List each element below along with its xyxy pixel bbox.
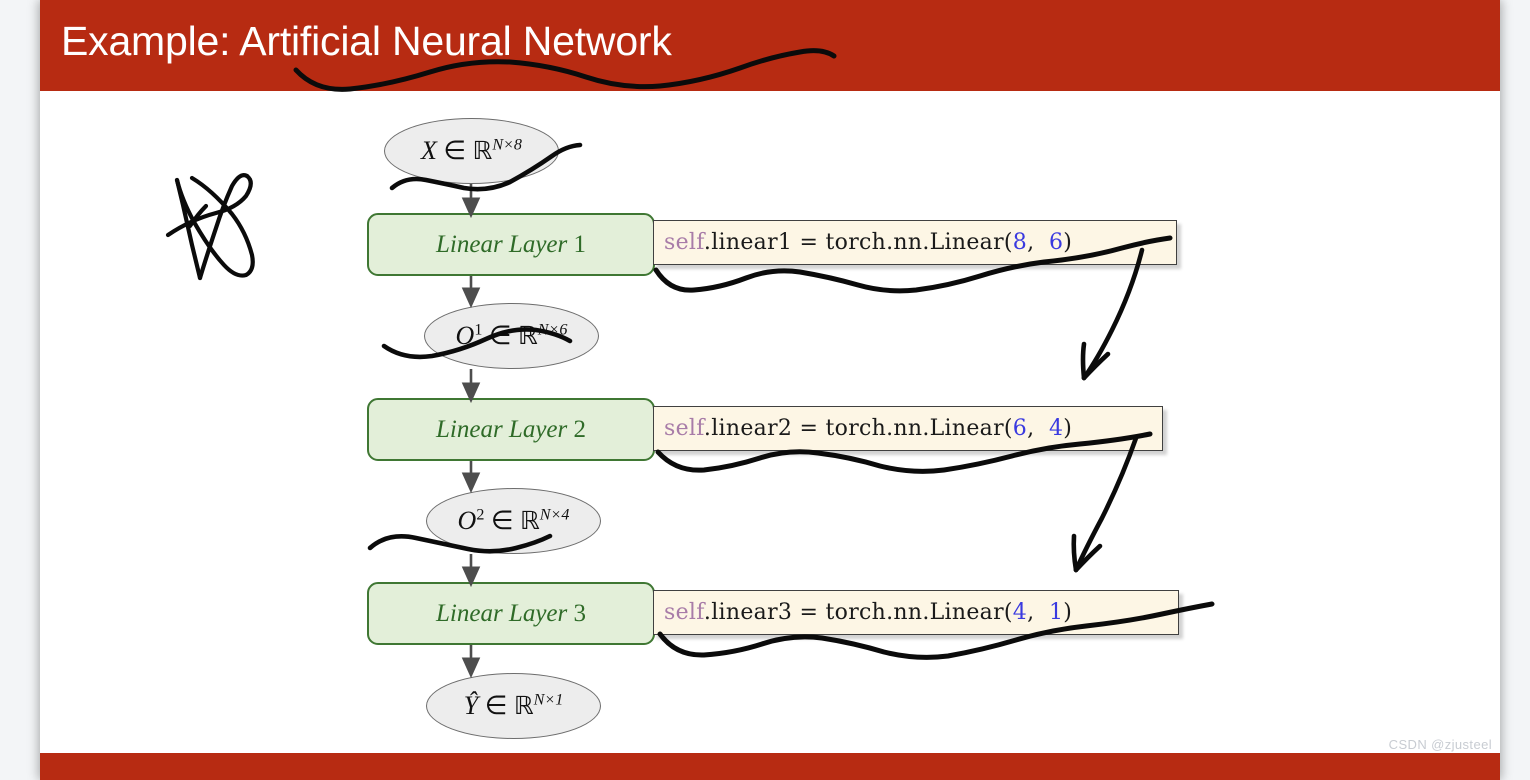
membership-symbol: ∈	[443, 136, 467, 165]
flow-arrows	[461, 184, 481, 679]
real-space-symbol: ℝ	[520, 506, 540, 535]
code-linear3-separator: ,	[1027, 599, 1049, 625]
hidden-tensor-1: O1 ∈ ℝN×6	[424, 303, 599, 369]
code-linear1-keyword: self	[664, 229, 704, 255]
real-space-symbol: ℝ	[518, 321, 538, 350]
linear-layer-1: Linear Layer 1	[367, 213, 655, 276]
linear-layer-3: Linear Layer 3	[367, 582, 655, 645]
hidden-tensor-2-label: O2 ∈ ℝN×4	[457, 506, 570, 535]
linear-layer-3-label: Linear Layer 3	[436, 600, 586, 628]
hidden-tensor-1-shape: N×6	[537, 321, 568, 339]
hidden-tensor-2-shape: N×4	[539, 506, 570, 524]
hand-drawn-arrow-code2-to-code3	[1071, 435, 1139, 573]
code-linear1: self.linear1 = torch.nn.Linear(8, 6)	[653, 220, 1177, 265]
hidden-tensor-2-super: 2	[476, 506, 485, 524]
hand-drawn-star-icon	[165, 173, 255, 281]
code-linear2-separator: ,	[1027, 415, 1049, 441]
hidden-tensor-2: O2 ∈ ℝN×4	[426, 488, 601, 554]
code-linear3-arg-out: 1	[1048, 599, 1064, 625]
output-tensor-label: Ŷ ∈ ℝN×1	[463, 691, 564, 720]
output-tensor-shape: N×1	[533, 691, 564, 709]
membership-symbol: ∈	[484, 691, 508, 720]
slide-surface: Example: Artificial Neural Network X ∈ ℝ…	[40, 0, 1500, 780]
code-linear1-close: )	[1063, 229, 1073, 255]
screenshot-root: Example: Artificial Neural Network X ∈ ℝ…	[0, 0, 1530, 780]
code-linear1-arg-in: 8	[1012, 229, 1028, 255]
code-linear2-keyword: self	[664, 415, 704, 441]
code-linear3-middle: .linear3 = torch.nn.Linear(	[703, 599, 1013, 625]
real-space-symbol: ℝ	[472, 136, 493, 165]
code-linear3-arg-in: 4	[1012, 599, 1028, 625]
linear-layer-1-text: Linear Layer	[436, 230, 568, 258]
input-tensor-shape: N×8	[492, 136, 522, 154]
csdn-watermark: CSDN @zjusteel	[1388, 737, 1492, 752]
code-linear2-middle: .linear2 = torch.nn.Linear(	[703, 415, 1013, 441]
hidden-tensor-1-symbol: O	[455, 321, 475, 350]
linear-layer-2-label: Linear Layer 2	[436, 416, 586, 444]
linear-layer-2: Linear Layer 2	[367, 398, 655, 461]
linear-layer-2-text: Linear Layer	[436, 415, 568, 443]
input-tensor-label: X ∈ ℝN×8	[421, 136, 522, 165]
code-linear2-arg-out: 4	[1048, 415, 1064, 441]
code-linear1-arg-out: 6	[1048, 229, 1064, 255]
real-space-symbol: ℝ	[513, 691, 534, 720]
code-linear1-middle: .linear1 = torch.nn.Linear(	[703, 229, 1013, 255]
code-linear3-keyword: self	[664, 599, 704, 625]
linear-layer-3-text: Linear Layer	[436, 599, 568, 627]
code-linear3-close: )	[1063, 599, 1073, 625]
membership-symbol: ∈	[490, 506, 514, 535]
linear-layer-1-index: 1	[573, 230, 587, 258]
linear-layer-2-index: 2	[573, 415, 587, 443]
input-tensor: X ∈ ℝN×8	[384, 118, 559, 184]
slide-bottom-band	[40, 753, 1500, 780]
hidden-tensor-1-super: 1	[474, 321, 483, 339]
code-linear1-text: self.linear1 = torch.nn.Linear(8, 6)	[664, 229, 1073, 255]
linear-layer-1-label: Linear Layer 1	[436, 231, 586, 259]
code-linear1-separator: ,	[1027, 229, 1049, 255]
hand-drawn-arrow-code1-to-code2	[1080, 247, 1145, 381]
code-linear3: self.linear3 = torch.nn.Linear(4, 1)	[653, 590, 1179, 635]
input-tensor-symbol: X	[421, 136, 437, 165]
code-linear2: self.linear2 = torch.nn.Linear(6, 4)	[653, 406, 1163, 451]
hidden-tensor-1-label: O1 ∈ ℝN×6	[455, 321, 568, 350]
hidden-tensor-2-symbol: O	[457, 506, 477, 535]
handdrawn-annotations	[165, 48, 1215, 660]
slide-title-band: Example: Artificial Neural Network	[40, 0, 1500, 91]
code-linear2-close: )	[1063, 415, 1073, 441]
code-linear2-arg-in: 6	[1012, 415, 1028, 441]
page-title: Example: Artificial Neural Network	[61, 18, 672, 64]
code-linear3-text: self.linear3 = torch.nn.Linear(4, 1)	[664, 599, 1073, 625]
linear-layer-3-index: 3	[573, 599, 587, 627]
membership-symbol: ∈	[488, 321, 512, 350]
code-linear2-text: self.linear2 = torch.nn.Linear(6, 4)	[664, 415, 1073, 441]
output-tensor: Ŷ ∈ ℝN×1	[426, 673, 601, 739]
output-tensor-symbol: Ŷ	[463, 691, 479, 720]
